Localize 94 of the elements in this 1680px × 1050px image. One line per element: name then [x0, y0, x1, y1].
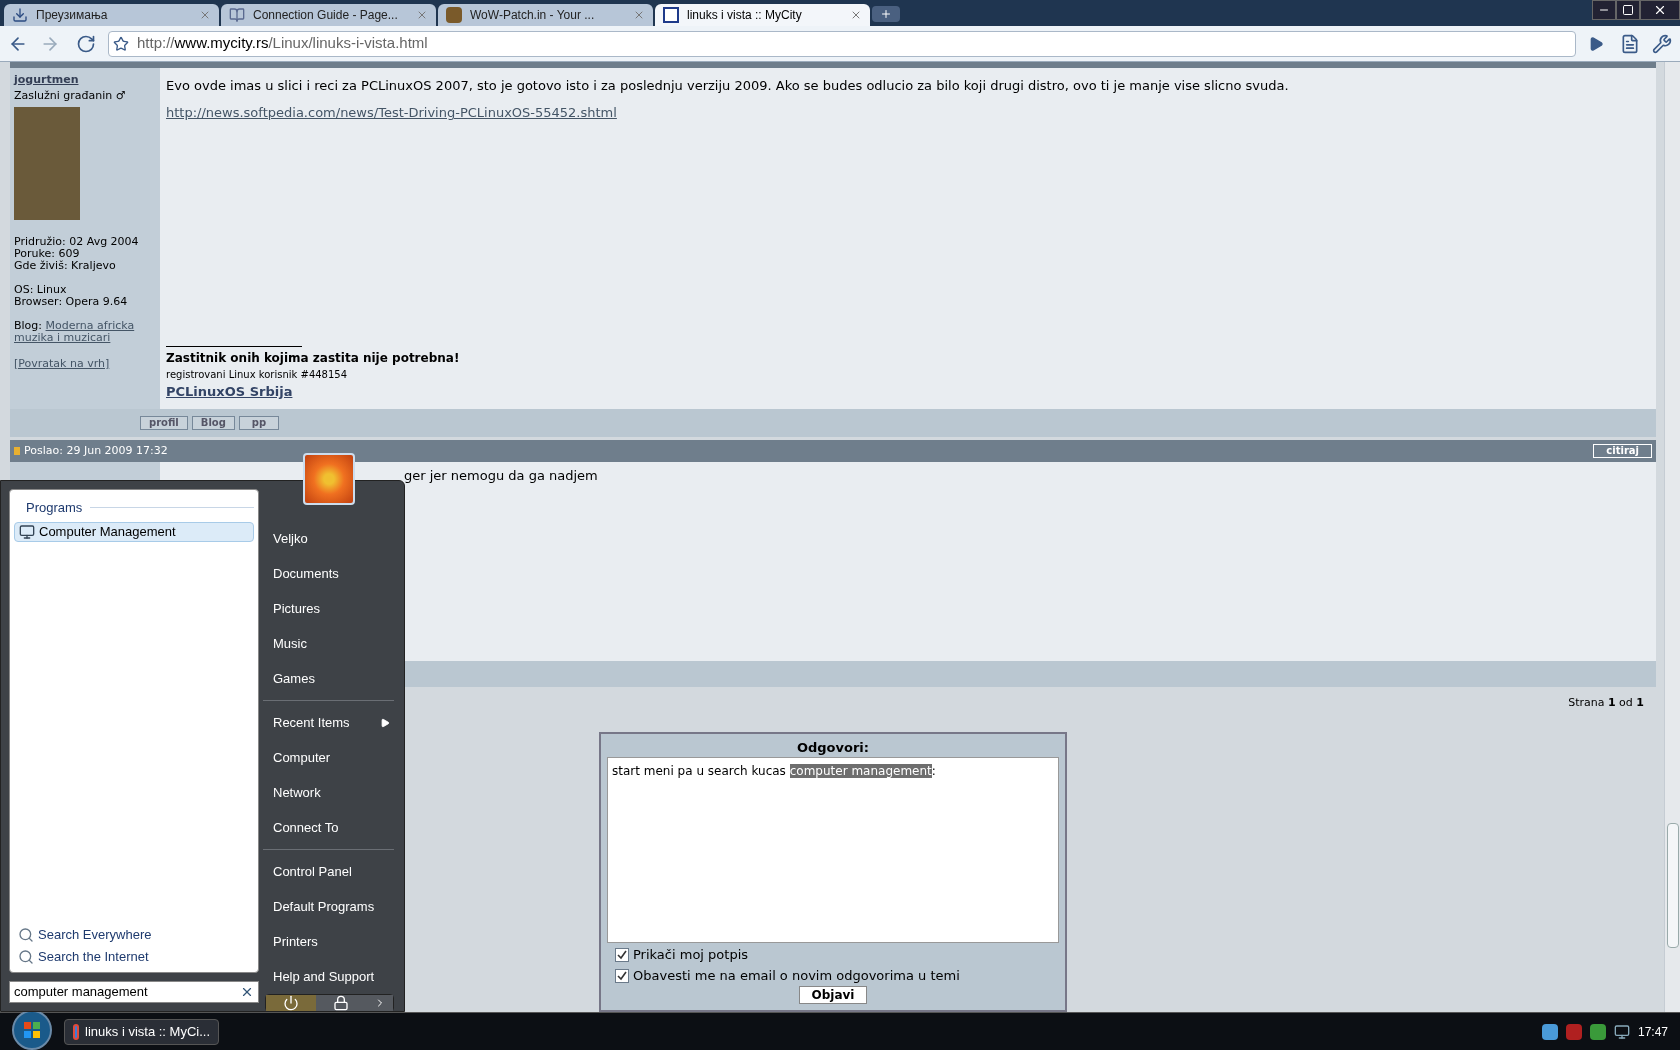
lock-icon — [333, 995, 349, 1011]
browser-tab[interactable]: linuks i vista :: MyCity — [655, 4, 870, 26]
start-menu-item[interactable]: Music — [263, 626, 394, 661]
checkbox-label: Prikači moj potpis — [633, 946, 749, 964]
result-label: Computer Management — [39, 522, 176, 541]
search-link[interactable]: Search the Internet — [14, 946, 254, 968]
profile-info-text: Gde živiš: Kraljevo — [14, 259, 117, 272]
start-menu-item[interactable]: Pictures — [263, 591, 394, 626]
search-link-label: Search the Internet — [38, 948, 149, 967]
signature-text: registrovani Linux korisnik #448154 — [166, 367, 349, 382]
scrollbar[interactable] — [1664, 62, 1680, 1012]
post-date: Poslao: 29 Jun 2009 17:32 — [24, 443, 168, 459]
post-text: ger jer nemogu da ga nadjem — [404, 468, 598, 483]
restore-button[interactable] — [1616, 0, 1640, 20]
lock-button[interactable] — [316, 995, 366, 1011]
browser-tab[interactable]: Connection Guide - Page... — [221, 4, 436, 26]
start-menu-item[interactable]: Computer — [263, 740, 394, 775]
submit-button[interactable]: Objavi — [798, 986, 868, 1004]
monitor-icon[interactable] — [1613, 1023, 1630, 1040]
start-menu-item[interactable]: Recent Items — [263, 705, 394, 740]
start-menu-item[interactable]: Default Programs — [263, 889, 394, 924]
power-icon — [283, 995, 299, 1011]
tab-title: Преузимања — [36, 7, 109, 24]
more-options-button[interactable] — [366, 995, 393, 1011]
start-menu-item[interactable]: Control Panel — [263, 854, 394, 889]
start-menu-item[interactable]: Veljko — [263, 521, 394, 556]
book-icon — [229, 7, 245, 23]
taskbar-window-button[interactable]: linuks i vista :: MyCi... — [64, 1018, 219, 1045]
post-action-button[interactable]: Blog — [191, 416, 235, 431]
submenu-arrow-icon — [380, 717, 390, 728]
checkbox-label: Obavesti me na email o novim odgovorima u temi — [633, 967, 960, 986]
checkbox[interactable] — [615, 969, 629, 984]
clear-icon[interactable] — [240, 985, 254, 999]
post-action-button[interactable]: profil — [140, 416, 188, 431]
start-menu-item[interactable]: Printers — [263, 924, 394, 959]
start-menu-item[interactable]: Connect To — [263, 810, 394, 845]
search-icon — [18, 927, 34, 943]
plus-icon — [880, 8, 892, 20]
close-icon[interactable] — [416, 9, 428, 21]
tab-title: WoW-Patch.in - Your ... — [470, 7, 596, 24]
profile-info-text: OS: Linux — [14, 283, 68, 296]
search-icon — [18, 949, 34, 965]
profile-info-text: Poruke: 609 — [14, 247, 81, 260]
post-author-link[interactable]: jogurtmen — [14, 71, 156, 89]
blog-info-text: Blog: Moderna africka muzika i muzicari — [14, 319, 136, 344]
new-tab-button[interactable] — [872, 6, 900, 22]
browser-tab[interactable]: Преузимања — [4, 4, 219, 26]
tab-title: Connection Guide - Page... — [253, 7, 399, 24]
post-text: Evo ovde imas u slici i reci za PCLinuxOS 2007, sto je gotovo isto i za poslednju verziju 2009. Ako se budes odlucio za bilo koji drugi distro, ovo ti je manje vise slicno svuda. — [166, 76, 1290, 95]
download-icon — [12, 7, 28, 23]
quote-button[interactable]: citiraj — [1593, 444, 1652, 459]
close-icon — [1653, 3, 1667, 17]
signature-motto: Zastitnik onih kojima zastita nije potrebna! — [166, 349, 461, 367]
page-menu-icon[interactable] — [1620, 33, 1640, 54]
profile-info-text: Browser: Opera 9.64 — [14, 295, 129, 308]
user-picture — [303, 453, 355, 505]
site-favicon-icon — [663, 7, 679, 23]
search-link[interactable]: Search Everywhere — [14, 924, 254, 946]
tab-title: linuks i vista :: MyCity — [687, 7, 803, 24]
close-icon[interactable] — [633, 9, 645, 21]
minimize-button[interactable] — [1592, 0, 1616, 20]
play-icon[interactable] — [1588, 35, 1604, 52]
close-button[interactable] — [1640, 0, 1680, 20]
pagination-text: Strana 1 od 1 — [1568, 695, 1644, 712]
post-action-button[interactable]: pp — [238, 416, 279, 431]
start-menu-item[interactable]: Documents — [263, 556, 394, 591]
start-menu-item[interactable]: Games — [263, 661, 394, 696]
search-link-label: Search Everywhere — [38, 926, 152, 945]
browser-tab[interactable]: WoW-Patch.in - Your ... — [438, 4, 653, 26]
computer-icon — [19, 523, 35, 540]
reply-title: Odgovori: — [795, 739, 871, 757]
reply-textarea[interactable]: start meni pa u search kucas computer management: — [607, 757, 1059, 943]
search-result-item[interactable]: Computer Management — [14, 521, 254, 542]
close-icon[interactable] — [850, 9, 862, 21]
search-field[interactable]: computer management — [9, 981, 259, 1003]
profile-info-text: Pridružio: 02 Avg 2004 — [14, 235, 140, 248]
address-bar[interactable]: http://www.mycity.rs/Linux/linuks-i-vista.html — [108, 30, 1576, 57]
post-link[interactable]: http://news.softpedia.com/news/Test-Driving-PCLinuxOS-55452.shtml — [166, 103, 1648, 123]
start-menu-item[interactable]: Help and Support — [263, 959, 394, 994]
wrench-icon[interactable] — [1652, 33, 1672, 54]
start-orb-button[interactable] — [12, 1009, 52, 1050]
user-rank: Zaslužni građanin ♂ — [14, 88, 127, 105]
signature-link[interactable]: PCLinuxOS Srbija — [166, 381, 1648, 402]
close-icon[interactable] — [199, 9, 211, 21]
clock-text: 17:47 — [1637, 1023, 1668, 1041]
start-menu-item[interactable]: Network — [263, 775, 394, 810]
power-button[interactable] — [266, 995, 316, 1011]
reload-icon[interactable] — [76, 33, 96, 54]
restore-icon — [1622, 4, 1634, 16]
post-icon — [14, 447, 20, 456]
checkbox[interactable] — [615, 947, 629, 962]
back-to-top-link[interactable]: [Povratak na vrh] — [14, 355, 156, 373]
windows-logo-icon — [22, 1019, 42, 1040]
results-header: Programs — [26, 499, 83, 517]
